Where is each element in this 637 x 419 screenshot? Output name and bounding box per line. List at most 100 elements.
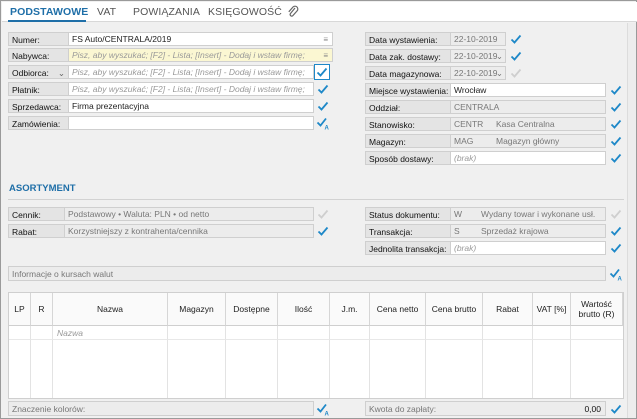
numer-label: Numer:: [8, 32, 69, 46]
column-divider: [30, 340, 31, 398]
cennik-field[interactable]: Podstawowy • Waluta: PLN • od netto: [64, 207, 314, 221]
miejsce-wystawienia-check-icon[interactable]: [609, 83, 623, 97]
sposob-dostawy-label: Sposób dostawy:: [365, 151, 451, 165]
transakcja-name: Sprzedaż krajowa: [481, 226, 549, 236]
nabywca-list-icon[interactable]: ≡: [323, 49, 328, 61]
chevron-down-icon[interactable]: ⌄: [496, 50, 503, 62]
tab-powiazania[interactable]: POWIĄZANIA: [133, 6, 200, 18]
data-zak-dostawy-check-icon[interactable]: [509, 49, 523, 63]
rabat-check-icon[interactable]: [316, 224, 330, 238]
col-magazyn[interactable]: Magazyn: [168, 293, 226, 326]
oddzial-check-icon[interactable]: [609, 100, 623, 114]
data-wystawienia-field[interactable]: 22-10-2019: [450, 32, 506, 46]
sprzedawca-field[interactable]: Firma prezentacyjna: [68, 99, 314, 113]
table-cell[interactable]: [278, 326, 330, 340]
rabat-field[interactable]: Korzystniejszy z kontrahenta/cennika: [64, 224, 314, 238]
transakcja-code: S: [454, 226, 460, 236]
status-dokumentu-field[interactable]: W Wydany towar i wykonane usł.: [450, 207, 606, 221]
table-cell[interactable]: [483, 326, 533, 340]
col-jm[interactable]: J.m.: [330, 293, 370, 326]
cennik-check-icon[interactable]: [316, 207, 330, 221]
zamowienia-field[interactable]: [68, 116, 314, 130]
data-magazynowa-check-icon[interactable]: [509, 66, 523, 80]
table-cell[interactable]: [571, 326, 623, 340]
table-cell[interactable]: [9, 326, 31, 340]
sprzedawca-check-icon[interactable]: [316, 99, 330, 113]
col-ilosc[interactable]: Ilość: [278, 293, 330, 326]
col-r[interactable]: R: [31, 293, 53, 326]
sposob-dostawy-field[interactable]: (brak): [450, 151, 606, 165]
transakcja-field[interactable]: S Sprzedaż krajowa: [450, 224, 606, 238]
nabywca-field[interactable]: Pisz, aby wyszukać; [F2] - Lista; [Inser…: [68, 48, 333, 62]
jednolita-transakcja-field[interactable]: (brak): [450, 241, 606, 255]
data-magazynowa-field[interactable]: 22-10-2019 ⌄: [450, 66, 506, 80]
attachment-icon[interactable]: [287, 5, 299, 19]
transakcja-label: Transakcja:: [365, 224, 451, 238]
zamowienia-label: Zamówienia:: [8, 116, 69, 130]
stanowisko-field[interactable]: CENTR Kasa Centralna: [450, 117, 606, 131]
items-table: LP R Nazwa Magazyn Dostępne Ilość J.m. C…: [8, 292, 624, 399]
tab-ksiegowosc[interactable]: KSIĘGOWOŚĆ: [208, 6, 282, 18]
data-magazynowa-label: Data magazynowa:: [365, 66, 451, 80]
numer-field[interactable]: FS Auto/CENTRALA/2019 ≡: [68, 32, 333, 46]
svg-text:A: A: [325, 412, 330, 417]
chevron-down-icon[interactable]: ⌄: [496, 67, 503, 79]
magazyn-field[interactable]: MAG Magazyn główny: [450, 134, 606, 148]
column-divider: [167, 340, 168, 398]
oddzial-field[interactable]: CENTRALA: [450, 100, 606, 114]
table-cell[interactable]: [330, 326, 370, 340]
transakcja-check-icon[interactable]: [609, 224, 623, 238]
table-cell[interactable]: [168, 326, 226, 340]
col-rabat[interactable]: Rabat: [483, 293, 533, 326]
new-row-nazwa-cell[interactable]: Nazwa: [53, 326, 168, 340]
platnik-check-icon[interactable]: [316, 82, 330, 96]
tab-podstawowe[interactable]: PODSTAWOWE: [10, 6, 88, 18]
sposob-dostawy-check-icon[interactable]: [609, 151, 623, 165]
kwota-value: 0,00: [584, 404, 601, 414]
kwota-check-icon[interactable]: [609, 402, 623, 416]
kursy-walut-check-a-icon[interactable]: A: [609, 267, 623, 281]
miejsce-wystawienia-field[interactable]: Wrocław: [450, 83, 606, 97]
numbering-menu-icon[interactable]: ≡: [323, 33, 328, 45]
table-cell[interactable]: [426, 326, 483, 340]
nabywca-placeholder: Pisz, aby wyszukać; [F2] - Lista; [Inser…: [72, 50, 305, 60]
vertical-scrollbar[interactable]: [627, 23, 636, 418]
odbiorca-field[interactable]: Pisz, aby wyszukać; [F2] - Lista; [Inser…: [68, 65, 314, 79]
table-cell[interactable]: [226, 326, 278, 340]
tab-vat[interactable]: VAT: [97, 6, 116, 18]
table-cell[interactable]: [31, 326, 53, 340]
odbiorca-placeholder: Pisz, aby wyszukać; [F2] - Lista; [Inser…: [72, 67, 305, 77]
col-nazwa[interactable]: Nazwa: [53, 293, 168, 326]
stanowisko-code: CENTR: [454, 119, 484, 129]
data-wystawienia-label: Data wystawienia:: [365, 32, 451, 46]
kursy-walut-label: Informacje o kursach walut: [12, 269, 114, 279]
odbiorca-checkbox[interactable]: [314, 64, 330, 80]
col-vat[interactable]: VAT [%]: [533, 293, 571, 326]
zamowienia-check-a-icon[interactable]: A: [316, 116, 330, 130]
table-cell[interactable]: [533, 326, 571, 340]
status-dokumentu-check-icon[interactable]: [609, 207, 623, 221]
col-wartosc-brutto[interactable]: Wartość brutto (R): [571, 293, 623, 326]
data-wystawienia-check-icon[interactable]: [509, 32, 523, 46]
jednolita-transakcja-label: Jednolita transakcja:: [365, 241, 451, 255]
col-dostepne[interactable]: Dostępne: [226, 293, 278, 326]
magazyn-check-icon[interactable]: [609, 134, 623, 148]
table-cell[interactable]: [370, 326, 426, 340]
stanowisko-check-icon[interactable]: [609, 117, 623, 131]
jednolita-transakcja-check-icon[interactable]: [609, 241, 623, 255]
chevron-down-icon[interactable]: ⌄: [58, 66, 65, 78]
znaczenie-kolorow-label: Znaczenie kolorów:: [12, 404, 86, 414]
numer-value: FS Auto/CENTRALA/2019: [72, 34, 172, 44]
odbiorca-label[interactable]: Odbiorca: ⌄: [8, 65, 69, 79]
col-cena-netto[interactable]: Cena netto: [370, 293, 426, 326]
znaczenie-kolorow-field[interactable]: Znaczenie kolorów:: [8, 401, 314, 416]
platnik-field[interactable]: Pisz, aby wyszukać; [F2] - Lista; [Inser…: [68, 82, 314, 96]
kolory-check-a-icon[interactable]: A: [316, 402, 330, 416]
kursy-walut-field[interactable]: Informacje o kursach walut: [8, 266, 606, 281]
col-cena-brutto[interactable]: Cena brutto: [426, 293, 483, 326]
cennik-value: Podstawowy • Waluta: PLN • od netto: [68, 209, 210, 219]
sposob-dostawy-value: (brak): [454, 153, 477, 163]
col-lp[interactable]: LP: [9, 293, 31, 326]
data-zak-dostawy-field[interactable]: 22-10-2019 ⌄: [450, 49, 506, 63]
rabat-label: Rabat:: [8, 224, 65, 238]
